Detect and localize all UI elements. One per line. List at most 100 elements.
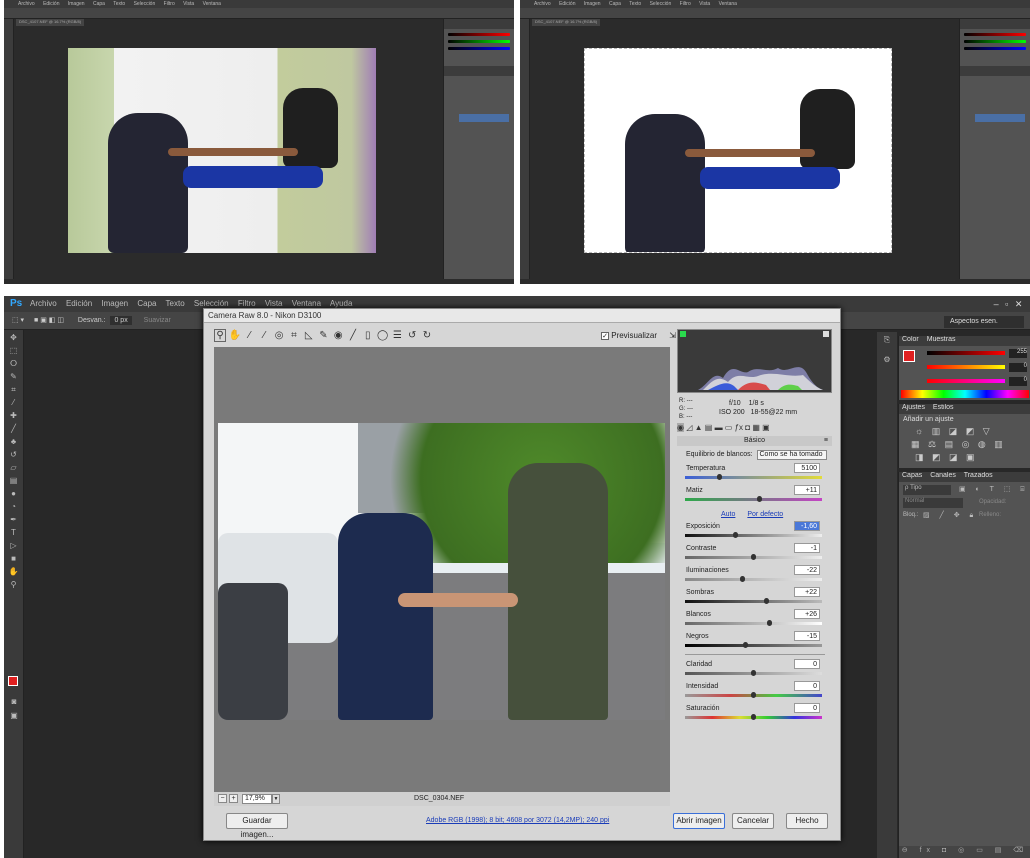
tab-fx-icon[interactable]: ƒx	[735, 423, 743, 432]
path-select-tool-icon[interactable]: ▷	[8, 541, 20, 551]
menu-archivo[interactable]: Archivo	[30, 299, 57, 308]
slider-knob[interactable]	[751, 692, 756, 698]
brush-tool-icon[interactable]: ╱	[8, 424, 20, 434]
shape-tool-icon[interactable]: ■	[8, 554, 20, 564]
zoom-tool-icon[interactable]: ⚲	[8, 580, 20, 590]
blend-mode-select[interactable]: Normal	[903, 498, 963, 508]
crop-tool-icon[interactable]: ⌗	[8, 385, 20, 395]
properties-panel-icon[interactable]: ⚙	[881, 355, 893, 365]
workspace-switcher[interactable]: Aspectos esen.	[944, 316, 1024, 328]
fullscreen-icon[interactable]: ⇲	[669, 331, 676, 340]
history-brush-tool-icon[interactable]: ↺	[8, 450, 20, 460]
slider-knob[interactable]	[732, 532, 738, 538]
slider-row[interactable]: Iluminaciones -22	[677, 565, 832, 587]
menu-item[interactable]: Texto	[629, 1, 641, 7]
menu-item[interactable]: Texto	[113, 1, 125, 7]
temperature-slider[interactable]: Temperatura 5100	[677, 463, 832, 485]
done-button[interactable]: Hecho	[786, 813, 828, 829]
slider-value[interactable]: 0	[794, 681, 820, 691]
spot-removal-tool-icon[interactable]: ✎	[317, 330, 329, 341]
marquee-tool-icon[interactable]: ⬚ ▾	[12, 317, 24, 324]
tab-lens-icon[interactable]: ▭	[725, 423, 733, 432]
dodge-tool-icon[interactable]: ◔	[8, 502, 20, 512]
graduated-filter-icon[interactable]: ▯	[362, 330, 374, 341]
layer-kind-filter[interactable]: ρ Tipo	[903, 485, 951, 495]
preview-checkbox[interactable]: ✓	[601, 332, 609, 340]
lasso-tool-icon[interactable]: ⵔ	[8, 359, 20, 369]
slider-value[interactable]: +26	[794, 609, 820, 619]
slider-row[interactable]: Negros -15	[677, 631, 832, 653]
zoom-out-button[interactable]: −	[218, 794, 227, 803]
slider-row[interactable]: Exposición -1,60	[677, 521, 832, 543]
adjust-icons-row[interactable]: ◨ ◩ ◪ ▣	[899, 451, 1030, 464]
menu-item[interactable]: Vista	[699, 1, 710, 7]
slider-value[interactable]: 0	[794, 659, 820, 669]
tab-capas[interactable]: Capas	[902, 472, 922, 479]
preferences-icon[interactable]: ☰	[391, 330, 403, 341]
red-value[interactable]: 255	[1009, 349, 1027, 358]
history-panel-icon[interactable]: ⎘	[881, 335, 893, 345]
adjustment-brush-icon[interactable]: ╱	[347, 330, 359, 341]
menu-item[interactable]: Capa	[93, 1, 105, 7]
menu-ayuda[interactable]: Ayuda	[330, 299, 353, 308]
tab-snapshots-icon[interactable]: ▣	[762, 423, 770, 432]
menu-edicion[interactable]: Edición	[66, 299, 92, 308]
preview-area[interactable]	[214, 347, 670, 792]
suavizar-checkbox[interactable]: Suavizar	[144, 317, 171, 324]
highlight-clip-icon[interactable]	[823, 331, 829, 337]
slider-track[interactable]	[685, 622, 822, 625]
move-tool-icon[interactable]: ✥	[8, 333, 20, 343]
type-tool-icon[interactable]: T	[8, 528, 20, 538]
menu-item[interactable]: Archivo	[534, 1, 551, 7]
slider-value[interactable]: -15	[794, 631, 820, 641]
slider-row[interactable]: Claridad 0	[677, 659, 832, 681]
slider-value[interactable]: -1	[794, 543, 820, 553]
save-image-button[interactable]: Guardar imagen...	[226, 813, 288, 839]
tab-tone-curve-icon[interactable]: ◿	[686, 423, 692, 432]
tab-estilos[interactable]: Estilos	[933, 404, 954, 411]
slider-knob[interactable]	[743, 642, 749, 648]
hand-tool-icon[interactable]: ✋	[8, 567, 20, 577]
layer-filter-icons[interactable]: ▣ ◐ T ⬚ ⌸	[959, 485, 1028, 494]
tint-knob[interactable]	[757, 496, 762, 502]
open-image-button[interactable]: Abrir imagen	[673, 813, 725, 829]
menu-item[interactable]: Capa	[609, 1, 621, 7]
healing-tool-icon[interactable]: ✚	[8, 411, 20, 421]
tab-ajustes[interactable]: Ajustes	[902, 404, 925, 411]
slider-knob[interactable]	[764, 598, 770, 604]
slider-value[interactable]: -22	[794, 565, 820, 575]
document-canvas[interactable]	[68, 48, 376, 253]
radial-filter-icon[interactable]: ◯	[377, 330, 389, 341]
fg-swatch[interactable]	[903, 350, 915, 362]
menu-item[interactable]: Selección	[134, 1, 156, 7]
gradient-tool-icon[interactable]: ▤	[8, 476, 20, 486]
slider-track[interactable]	[685, 534, 822, 537]
hand-tool-icon[interactable]: ✋	[229, 330, 241, 341]
adjust-icons-row[interactable]: ☼ ▥ ◪ ◩ ▽	[899, 425, 1030, 438]
slider-row[interactable]: Contraste -1	[677, 543, 832, 565]
menu-item[interactable]: Ventana	[203, 1, 221, 7]
slider-row[interactable]: Sombras +22	[677, 587, 832, 609]
green-slider[interactable]	[927, 365, 1005, 369]
menu-item[interactable]: Vista	[183, 1, 194, 7]
zoom-in-button[interactable]: +	[229, 794, 238, 803]
slider-track[interactable]	[685, 644, 822, 647]
zoom-level-select[interactable]: 17,9%	[242, 794, 272, 804]
menu-vista[interactable]: Vista	[265, 299, 283, 308]
tab-muestras[interactable]: Muestras	[927, 336, 956, 343]
spectrum-bar[interactable]	[901, 390, 1029, 398]
menu-item[interactable]: Edición	[559, 1, 575, 7]
selection-mode-icons[interactable]: ■ ▣ ◧ ◫	[34, 317, 64, 324]
menu-item[interactable]: Imagen	[584, 1, 601, 7]
tint-value[interactable]: +11	[794, 485, 820, 495]
eraser-tool-icon[interactable]: ▱	[8, 463, 20, 473]
blue-value[interactable]: 0	[1009, 377, 1027, 386]
tab-split-tone-icon[interactable]: ▬	[715, 423, 723, 432]
menu-filtro[interactable]: Filtro	[238, 299, 256, 308]
lock-icons[interactable]: ▨ ╱ ✥ 🔒︎	[923, 511, 977, 520]
menu-item[interactable]: Edición	[43, 1, 59, 7]
desvan-input[interactable]: 0 px	[110, 316, 132, 325]
white-balance-tool-icon[interactable]: ⁄	[244, 330, 256, 341]
tab-trazados[interactable]: Trazados	[964, 472, 993, 479]
menu-item[interactable]: Imagen	[68, 1, 85, 7]
